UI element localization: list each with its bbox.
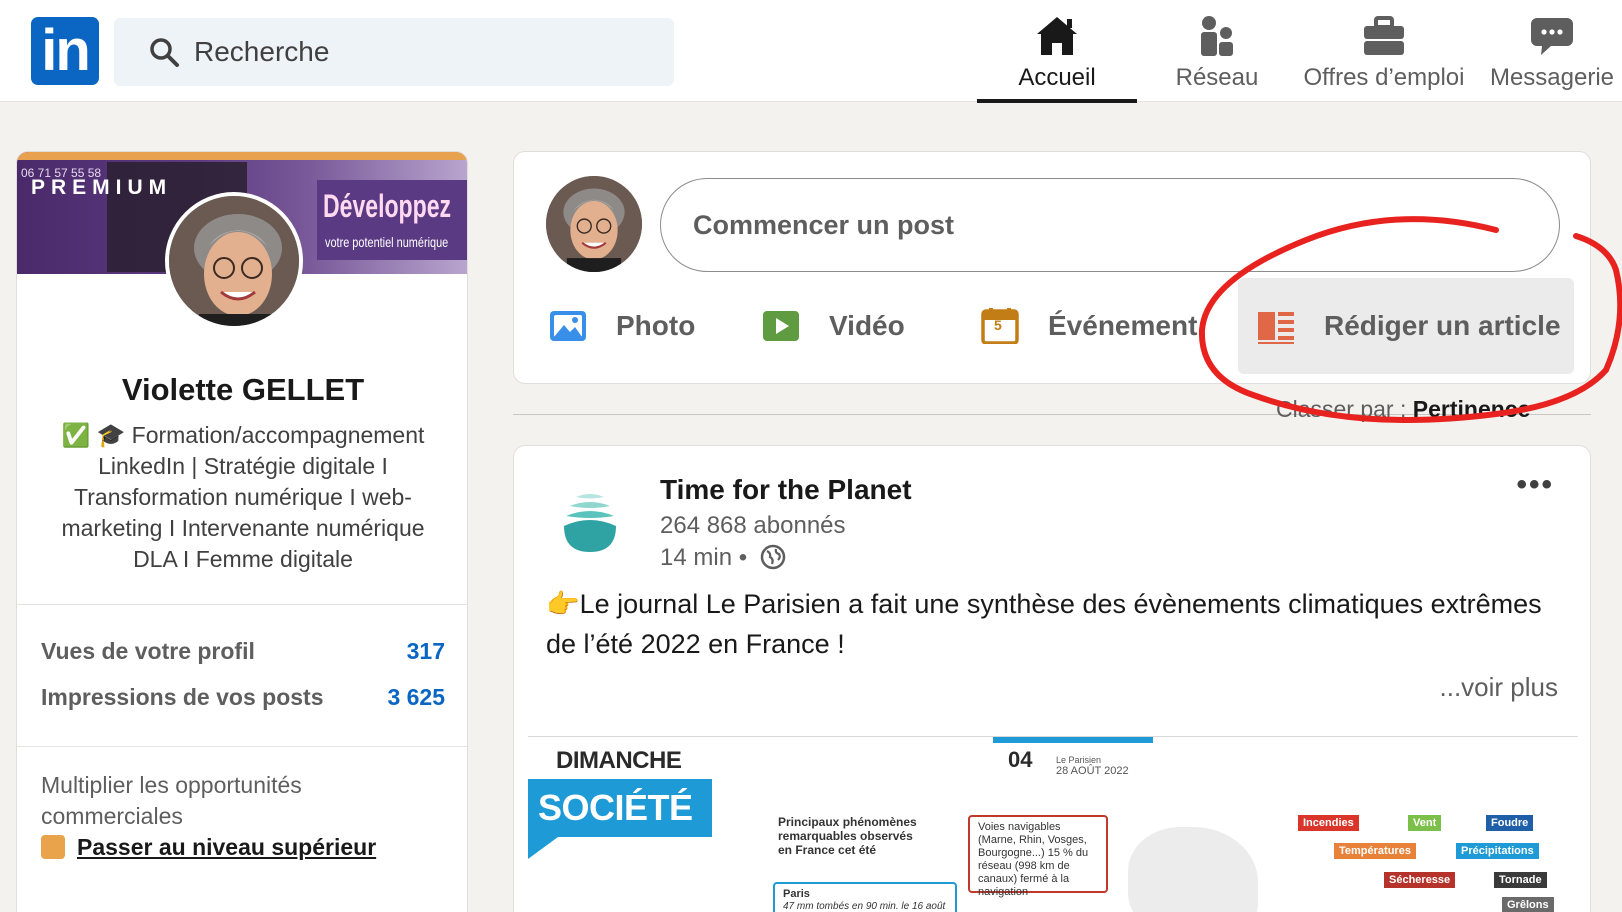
more-options-icon[interactable]: ••• <box>1516 468 1554 502</box>
event-label: Événement <box>1048 310 1198 341</box>
network-icon <box>1201 16 1233 56</box>
event-button[interactable]: 5 Événement <box>980 302 1210 350</box>
upgrade-label: Passer au niveau supérieur <box>77 834 377 860</box>
see-more-link[interactable]: ...voir plus <box>1440 672 1559 703</box>
article-icon <box>1258 312 1294 344</box>
legend-vent: Vent <box>1408 815 1442 831</box>
user-avatar[interactable] <box>546 176 642 272</box>
nav-messaging[interactable]: Messagerie <box>1484 10 1620 102</box>
linkedin-logo[interactable]: in <box>31 17 99 85</box>
nav-network[interactable]: Réseau <box>1150 10 1284 102</box>
avatar-photo <box>169 196 299 326</box>
image-date: 28 AOÛT 2022 <box>1056 765 1129 777</box>
feed-sort-control[interactable]: Classer par : Pertinence <box>1276 396 1530 423</box>
nav-jobs-label: Offres d’emploi <box>1303 64 1465 91</box>
stat-label: Vues de votre profil <box>41 638 255 664</box>
calendar-day: 5 <box>994 317 1002 333</box>
home-icon <box>1037 17 1077 55</box>
stat-profile-views[interactable]: Vues de votre profil 317 <box>41 638 445 672</box>
post-time: 14 min • <box>660 544 748 571</box>
image-phenomena-title: Principaux phénomènes remarquables obser… <box>778 815 917 857</box>
legend-grelons: Grêlons <box>1502 897 1554 912</box>
premium-label: PREMIUM <box>31 176 173 199</box>
image-paris-box: Paris 47 mm tombés en 90 min. le 16 août <box>773 882 957 912</box>
divider <box>17 746 467 747</box>
legend-tornade: Tornade <box>1494 872 1547 888</box>
search-input[interactable]: Recherche <box>114 18 674 86</box>
legend-precipitations: Précipitations <box>1456 843 1539 859</box>
premium-icon <box>41 835 65 859</box>
sort-value: Pertinence <box>1412 396 1531 422</box>
banner-subtitle: votre potentiel numérique <box>325 234 449 250</box>
premium-promo-text: Multiplier les opportunités commerciales <box>41 772 302 829</box>
active-nav-indicator <box>977 99 1137 103</box>
nav-jobs[interactable]: Offres d’emploi <box>1296 10 1472 102</box>
post-image[interactable]: DIMANCHE SOCIÉTÉ 04 Le Parisien 28 AOÛT … <box>528 736 1578 912</box>
image-paper-header: Le Parisien 28 AOÛT 2022 <box>1056 755 1129 777</box>
top-navigation-bar: in Recherche Accueil Réseau Offres d’emp… <box>0 0 1622 103</box>
share-box: Commencer un post Photo Vidéo 5 Événemen… <box>513 151 1591 384</box>
nav-messaging-label: Messagerie <box>1489 64 1615 91</box>
upgrade-link[interactable]: Passer au niveau supérieur <box>41 834 376 861</box>
image-page-number: 04 <box>1008 747 1033 772</box>
profile-headline: ✅ 🎓 Formation/accompagnement LinkedIn | … <box>61 422 425 572</box>
banner-accent <box>17 152 467 160</box>
image-paper-name: Le Parisien <box>1056 755 1102 765</box>
post-text: 👉Le journal Le Parisien a fait une synth… <box>546 589 1542 659</box>
post-timestamp: 14 min • <box>660 544 786 572</box>
image-tag-tail <box>528 837 558 859</box>
nav-home[interactable]: Accueil <box>990 10 1124 102</box>
briefcase-icon <box>1364 16 1404 55</box>
profile-name[interactable]: Violette GELLET <box>17 372 467 408</box>
messaging-icon <box>1531 18 1573 55</box>
stat-value: 3 625 <box>387 684 445 710</box>
profile-avatar[interactable] <box>165 192 303 330</box>
avatar-photo <box>546 176 642 272</box>
nav-network-label: Réseau <box>1175 64 1259 91</box>
image-voies-box: Voies navigables (Marne, Rhin, Vosges, B… <box>968 815 1108 898</box>
banner-slogan: Développez votre potentiel numérique <box>317 180 467 260</box>
legend-secheresse: Sécheresse <box>1384 872 1456 888</box>
post-author[interactable]: Time for the Planet <box>660 474 912 506</box>
sort-label: Classer par : <box>1276 396 1407 422</box>
stat-label: Impressions de vos posts <box>41 684 324 710</box>
legend-foudre: Foudre <box>1486 815 1534 831</box>
write-article-label: Rédiger un article <box>1324 310 1561 341</box>
write-article-button[interactable]: Rédiger un article <box>1256 302 1566 350</box>
legend-temperatures: Températures <box>1334 843 1416 859</box>
image-paris-title: Paris <box>783 888 810 900</box>
search-icon <box>150 38 179 67</box>
photo-icon <box>550 311 586 341</box>
video-button[interactable]: Vidéo <box>761 302 931 350</box>
image-page-bar <box>993 737 1153 743</box>
profile-card: 06 71 57 55 58 PREMIUM Développez votre … <box>16 151 468 912</box>
image-france-map <box>1128 827 1258 912</box>
image-societe: SOCIÉTÉ <box>528 779 712 837</box>
legend-incendies: Incendies <box>1298 815 1359 831</box>
stat-value: 317 <box>406 638 445 664</box>
nav-home-label: Accueil <box>1018 64 1096 91</box>
feed-post: Time for the Planet 264 868 abonnés 14 m… <box>513 445 1591 912</box>
divider <box>17 604 467 605</box>
photo-button[interactable]: Photo <box>548 302 718 350</box>
video-icon <box>763 311 799 341</box>
banner-title: Développez <box>323 188 452 224</box>
stat-post-impressions[interactable]: Impressions de vos posts 3 625 <box>41 684 445 718</box>
globe-icon <box>760 544 786 570</box>
search-placeholder: Recherche <box>194 36 330 67</box>
post-author-followers: 264 868 abonnés <box>660 512 846 539</box>
time-for-the-planet-logo[interactable] <box>554 486 626 558</box>
start-post-button[interactable]: Commencer un post <box>660 178 1560 272</box>
image-dimanche: DIMANCHE <box>556 747 682 774</box>
video-label: Vidéo <box>829 310 905 341</box>
photo-label: Photo <box>616 310 696 341</box>
image-paris-detail: 47 mm tombés en 90 min. le 16 août <box>783 901 946 912</box>
